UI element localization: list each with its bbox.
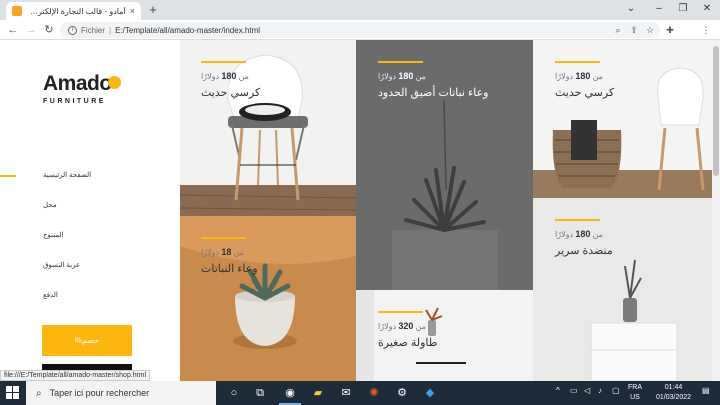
search-icon: ⌕ — [36, 387, 42, 399]
product-name[interactable]: وعاء نباتات أضيق الحدود — [378, 86, 488, 99]
logo-text[interactable]: Amado — [43, 72, 112, 96]
product-grid: من 180 دولارًا كرسي حديث من 180 دولارًا … — [180, 40, 720, 381]
extensions-icon[interactable]: ✚ — [664, 24, 676, 36]
maximize-button[interactable]: ❐ — [672, 2, 694, 16]
clock-time: 01:44 — [664, 384, 683, 391]
nav-item-checkout[interactable]: الدفع — [43, 291, 58, 299]
menu-dots-icon[interactable]: ⋮ — [700, 24, 712, 36]
nav-item-cart[interactable]: عربة التسوق — [43, 261, 80, 269]
zoom-icon[interactable]: ⌕ — [612, 24, 624, 36]
product-card[interactable]: من 180 دولارًا منضدة سرير — [533, 198, 720, 381]
title-underline — [201, 61, 246, 63]
product-image — [180, 216, 356, 381]
volume-icon[interactable]: ◁ — [584, 386, 590, 395]
title-underline — [201, 237, 246, 239]
speaker-icon[interactable]: ♪ — [598, 386, 602, 395]
nav-item-shop[interactable]: محل — [43, 201, 57, 209]
taskbar: ⌕ Taper ici pour rechercher ○ ⧉ ◉ ▰ ✉ ✺ … — [0, 381, 720, 405]
product-name[interactable]: كرسي حديث — [555, 86, 614, 99]
url-text: E:/Template/all/amado-master/index.html — [115, 25, 261, 35]
lang-secondary: US — [630, 394, 640, 401]
taskbar-search[interactable]: ⌕ Taper ici pour rechercher — [26, 381, 216, 405]
product-image — [533, 198, 720, 381]
status-bar-url: file:///E:/Template/all/amado-master/sho… — [0, 370, 151, 381]
back-icon[interactable]: ← — [6, 23, 20, 37]
search-placeholder: Taper ici pour rechercher — [49, 388, 150, 398]
favicon-icon — [12, 6, 22, 16]
share-icon[interactable]: ⇪ — [628, 24, 640, 36]
tab-close-icon[interactable]: × — [130, 6, 135, 16]
tray-chevron-icon[interactable]: ^ — [556, 386, 560, 395]
tab-title: أمادو - قالب التجارة الإلكترونية للأثاث — [27, 6, 126, 16]
reload-icon[interactable]: ↻ — [42, 23, 56, 37]
title-underline — [555, 219, 600, 221]
nav-item-home[interactable]: الصفحة الرئيسية — [43, 171, 91, 179]
title-underline — [555, 61, 600, 63]
logo-subtitle: FURNITURE — [43, 98, 106, 105]
browser-tab[interactable]: أمادو - قالب التجارة الإلكترونية للأثاث … — [6, 2, 141, 20]
scrollbar-thumb[interactable] — [713, 46, 719, 176]
product-price: من 180 دولارًا — [378, 71, 426, 81]
title-underline — [378, 61, 423, 63]
url-separator: | — [109, 25, 112, 35]
file-explorer-icon[interactable]: ▰ — [310, 385, 326, 401]
mail-icon[interactable]: ✉ — [338, 385, 354, 401]
close-window-button[interactable]: ✕ — [696, 2, 718, 16]
system-clock[interactable]: 01:44 01/03/2022 — [656, 383, 691, 403]
sidebar: Amado FURNITURE الصفحة الرئيسية محل المن… — [0, 40, 180, 381]
lang-primary: FRA — [628, 384, 642, 391]
bookmark-star-icon[interactable]: ☆ — [644, 24, 656, 36]
product-card[interactable]: من 180 دولارًا كرسي حديث — [180, 40, 356, 216]
vscode-icon[interactable]: ◆ — [422, 385, 438, 401]
app-icon[interactable]: ✺ — [366, 385, 382, 401]
site-info-icon[interactable]: i — [68, 25, 77, 35]
settings-gear-icon[interactable]: ⚙ — [394, 385, 410, 401]
chrome-icon[interactable]: ◉ — [282, 385, 298, 401]
cortana-icon[interactable]: ○ — [226, 385, 242, 401]
discount-button[interactable]: %خصم — [42, 325, 132, 356]
browser-tab-bar: أمادو - قالب التجارة الإلكترونية للأثاث … — [0, 0, 720, 20]
product-price: من 180 دولارًا — [555, 229, 603, 239]
chat-icon[interactable]: ▢ — [612, 386, 620, 395]
network-icon[interactable]: ▭ — [570, 386, 578, 395]
language-indicator[interactable]: FRA US — [628, 383, 642, 403]
address-bar-row: ← → ↻ i Fichier | E:/Template/all/amado-… — [0, 20, 720, 56]
web-page: Amado FURNITURE الصفحة الرئيسية محل المن… — [0, 40, 720, 381]
product-name[interactable]: منضدة سرير — [555, 244, 613, 257]
clock-date: 01/03/2022 — [656, 394, 692, 401]
product-card[interactable]: من 18 دولارًا وعاء النباتات — [180, 216, 356, 381]
minimize-button[interactable]: – — [648, 2, 670, 16]
product-price: من 180 دولارًا — [201, 71, 249, 81]
product-price: من 320 دولارًا — [378, 321, 426, 331]
product-image — [533, 40, 720, 198]
product-name[interactable]: وعاء النباتات — [201, 262, 258, 275]
product-card[interactable]: من 180 دولارًا وعاء نباتات أضيق الحدود — [356, 40, 533, 290]
product-card[interactable]: من 180 دولارًا كرسي حديث — [533, 40, 720, 198]
forward-icon[interactable]: → — [24, 23, 38, 37]
logo-dot-icon — [108, 76, 121, 89]
product-name[interactable]: كرسي حديث — [201, 86, 260, 99]
product-price: من 180 دولارًا — [555, 71, 603, 81]
windows-start-icon[interactable] — [6, 386, 20, 400]
product-image — [180, 40, 356, 216]
notifications-icon[interactable]: ▤ — [702, 386, 710, 395]
product-name[interactable]: طاولة صغيرة — [378, 336, 438, 349]
url-scheme-label: Fichier — [81, 25, 106, 35]
active-nav-indicator — [0, 175, 16, 177]
nav-item-product[interactable]: المنتوج — [43, 231, 63, 239]
product-card[interactable]: من 320 دولارًا طاولة صغيرة — [356, 290, 533, 381]
new-tab-button[interactable]: + — [146, 2, 160, 18]
task-view-icon[interactable]: ⧉ — [252, 385, 268, 401]
title-underline — [378, 311, 423, 313]
url-input[interactable]: i Fichier | E:/Template/all/amado-master… — [60, 22, 660, 38]
product-price: من 18 دولارًا — [201, 247, 244, 257]
tab-search-icon[interactable]: ⌄ — [620, 2, 642, 16]
